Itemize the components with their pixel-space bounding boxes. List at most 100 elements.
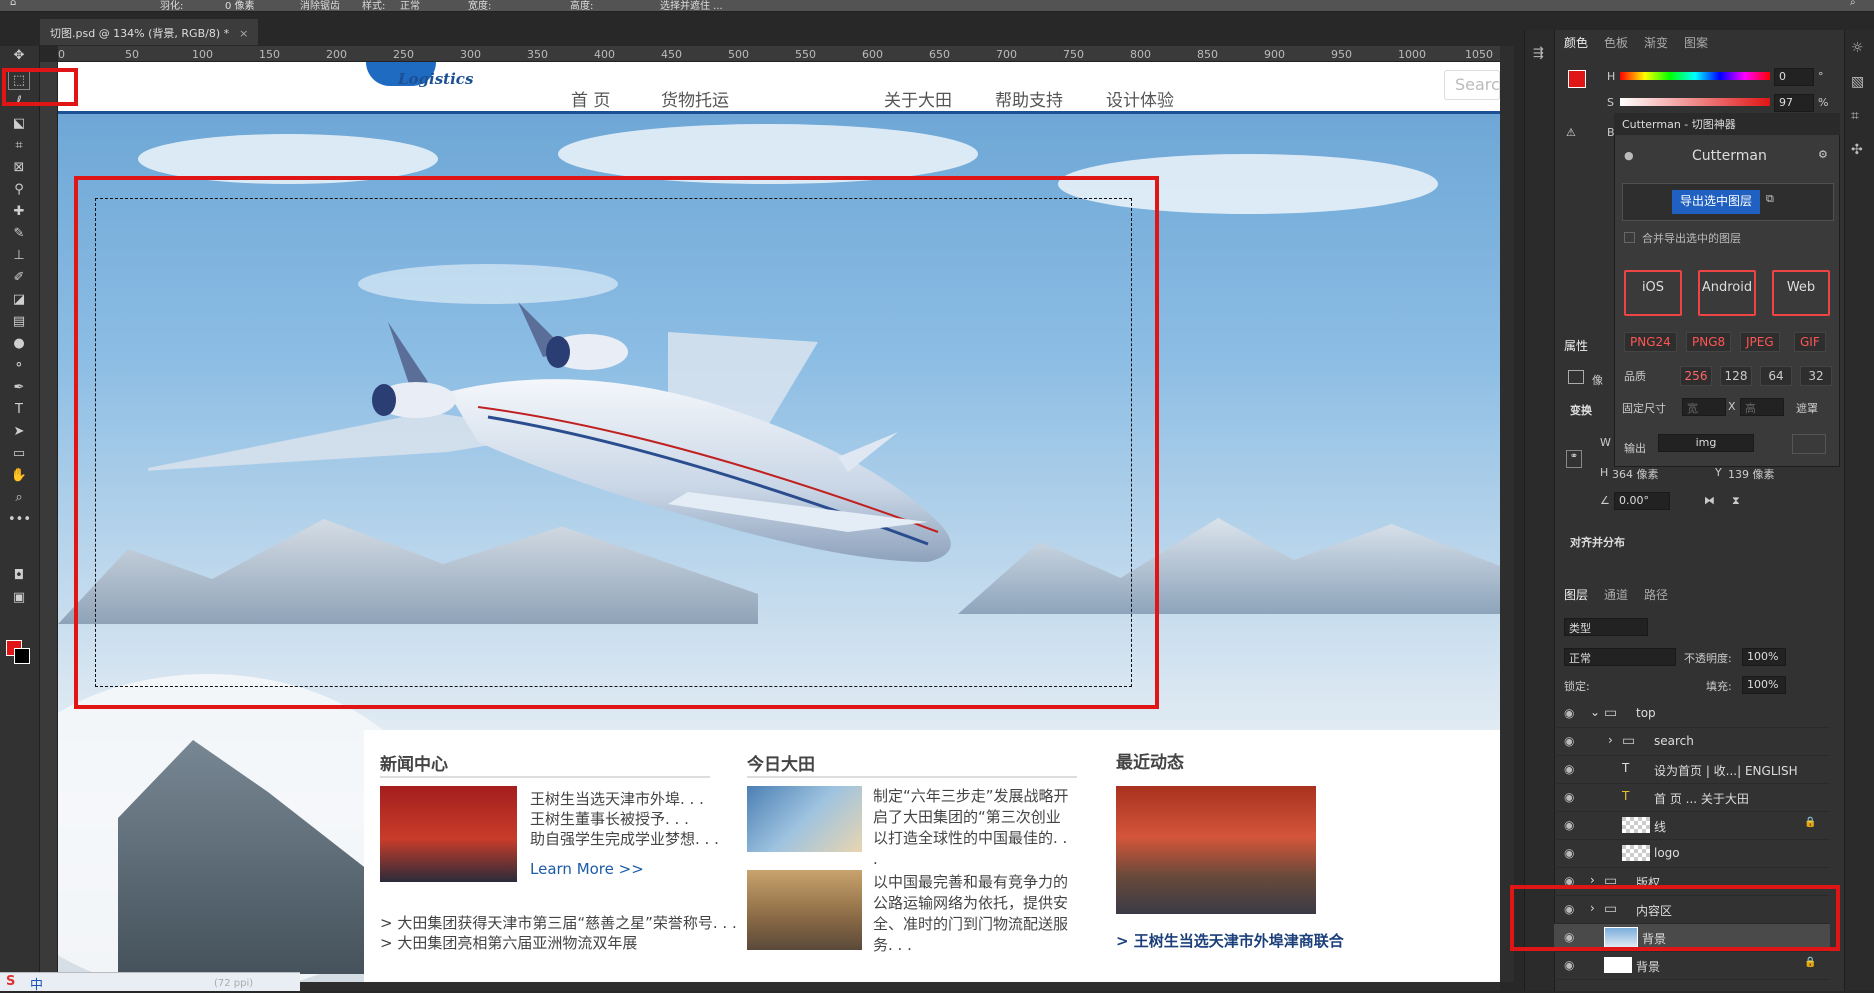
- news-item[interactable]: 王树生当选天津市外埠. . .: [530, 788, 704, 809]
- news-thumbnail[interactable]: [380, 786, 517, 882]
- nav-about[interactable]: 关于大田: [884, 86, 952, 111]
- plugin-icon[interactable]: ✣: [1851, 142, 1863, 158]
- libraries-icon[interactable]: ▧: [1851, 74, 1864, 90]
- eraser-tool-icon[interactable]: ◪: [8, 290, 30, 310]
- layer-row[interactable]: ◉ T 设为首页 | 收...| ENGLISH: [1554, 756, 1830, 784]
- eyedropper-tool-icon[interactable]: ⚲: [8, 180, 30, 200]
- format-png8[interactable]: PNG8: [1686, 332, 1732, 352]
- tab-channels[interactable]: 通道: [1604, 586, 1628, 603]
- search-icon[interactable]: ⌕: [1850, 0, 1856, 8]
- layer-row[interactable]: ◉ 背景 🔒: [1554, 952, 1830, 980]
- gradient-tool-icon[interactable]: ▤: [8, 312, 30, 332]
- nav-shipping[interactable]: 货物托运: [661, 86, 729, 111]
- merge-export-checkbox[interactable]: [1624, 232, 1635, 243]
- link-icon[interactable]: ⚭: [1566, 450, 1582, 468]
- export-selected-layers-button[interactable]: 导出选中图层: [1672, 190, 1760, 214]
- layer-row[interactable]: ◉ ▭ ⌄ top: [1554, 700, 1830, 728]
- chevron-down-icon[interactable]: ⌄: [1590, 705, 1608, 721]
- settings-gear-icon[interactable]: ⚙: [1818, 148, 1828, 161]
- type-tool-icon[interactable]: T: [8, 400, 30, 420]
- news-item[interactable]: 王树生董事长被授予. . .: [530, 808, 689, 829]
- more-tools-icon[interactable]: •••: [8, 510, 31, 530]
- format-jpeg[interactable]: JPEG: [1740, 332, 1780, 352]
- move-tool-icon[interactable]: ✥: [8, 46, 30, 66]
- close-tab-icon[interactable]: ×: [239, 27, 248, 40]
- news-list-item[interactable]: > 大田集团获得天津市第三届“慈善之星”荣誉称号. . .: [380, 912, 737, 933]
- history-panel-icon[interactable]: ⇶: [1533, 46, 1544, 61]
- layer-row[interactable]: ◉ logo: [1554, 840, 1830, 868]
- lightbulb-icon[interactable]: ☼: [1851, 40, 1864, 56]
- learn-more-link[interactable]: Learn More >>: [530, 860, 644, 878]
- blend-mode-select[interactable]: 正常: [1564, 648, 1676, 666]
- latest-item[interactable]: > 王树生当选天津市外埠津商联合: [1116, 930, 1344, 951]
- browse-folder-icon[interactable]: [1792, 434, 1826, 454]
- layer-row[interactable]: ◉ T 首 页 ... 关于大田: [1554, 784, 1830, 812]
- ios-button[interactable]: iOS: [1624, 270, 1682, 316]
- site-search-input[interactable]: Searc: [1444, 70, 1500, 100]
- fill-input[interactable]: 100%: [1742, 676, 1786, 694]
- tab-color[interactable]: 颜色: [1564, 34, 1588, 51]
- quick-mask-icon[interactable]: ◘: [8, 566, 30, 586]
- color-fg-swatch[interactable]: [1568, 70, 1586, 88]
- visibility-eye-icon[interactable]: ◉: [1564, 846, 1574, 860]
- background-color-swatch[interactable]: [14, 648, 30, 664]
- fixed-height-input[interactable]: 高: [1740, 398, 1784, 416]
- angle-input[interactable]: 0.00°: [1614, 492, 1670, 510]
- h-dim-value[interactable]: 364 像素: [1612, 466, 1659, 482]
- stamp-tool-icon[interactable]: ⊥: [8, 246, 30, 266]
- visibility-eye-icon[interactable]: ◉: [1564, 706, 1574, 720]
- quality-32[interactable]: 32: [1800, 366, 1832, 386]
- tab-paths[interactable]: 路径: [1644, 586, 1668, 603]
- ime-logo-icon[interactable]: S: [6, 974, 15, 989]
- brush-tool-icon[interactable]: ✎: [8, 224, 30, 244]
- layer-filter-select[interactable]: 类型: [1564, 618, 1648, 636]
- visibility-eye-icon[interactable]: ◉: [1564, 734, 1574, 748]
- crop-panel-icon[interactable]: ⌗: [1851, 108, 1859, 124]
- flip-h-icon[interactable]: ⧓: [1704, 494, 1715, 507]
- open-external-icon[interactable]: ⧉: [1766, 192, 1774, 206]
- tab-gradient[interactable]: 渐变: [1644, 34, 1668, 51]
- zoom-tool-icon[interactable]: ⌕: [8, 488, 30, 508]
- news-list-item[interactable]: > 大田集团亮相第六届亚洲物流双年展: [380, 932, 637, 953]
- path-select-tool-icon[interactable]: ➤: [8, 422, 30, 442]
- output-folder-input[interactable]: img: [1658, 434, 1754, 452]
- android-button[interactable]: Android: [1698, 270, 1756, 316]
- feather-input[interactable]: 0 像素: [225, 0, 255, 11]
- vertical-scrollbar[interactable]: [1500, 46, 1514, 982]
- format-png24[interactable]: PNG24: [1624, 332, 1677, 352]
- mask-button[interactable]: 遮罩: [1796, 400, 1818, 416]
- nav-help[interactable]: 帮助支持: [995, 86, 1063, 111]
- pen-tool-icon[interactable]: ✒: [8, 378, 30, 398]
- style-select[interactable]: 正常: [400, 0, 420, 11]
- s-value-input[interactable]: 97: [1774, 94, 1814, 112]
- history-brush-tool-icon[interactable]: ✐: [8, 268, 30, 288]
- warehouse-thumbnail[interactable]: [747, 870, 862, 950]
- nav-design[interactable]: 设计体验: [1106, 86, 1174, 111]
- tab-properties[interactable]: 属性: [1564, 337, 1588, 354]
- quality-64[interactable]: 64: [1760, 366, 1792, 386]
- tab-swatches[interactable]: 色板: [1604, 34, 1628, 51]
- dodge-tool-icon[interactable]: ⚬: [8, 356, 30, 376]
- layer-row[interactable]: ◉ ▭ › search: [1554, 728, 1830, 756]
- document-tab[interactable]: 切图.psd @ 134% (背景, RGB/8) * ×: [40, 19, 259, 45]
- tab-layers[interactable]: 图层: [1564, 586, 1588, 603]
- visibility-eye-icon[interactable]: ◉: [1564, 958, 1574, 972]
- healing-brush-tool-icon[interactable]: ✚: [8, 202, 30, 222]
- document-canvas[interactable]: Logistics 首 页 货物托运 关于大田 帮助支持 设计体验 Searc …: [58, 62, 1500, 982]
- rectangle-tool-icon[interactable]: ▭: [8, 444, 30, 464]
- screen-mode-icon[interactable]: ▣: [8, 588, 30, 608]
- news-item[interactable]: 助自强学生完成学业梦想. . .: [530, 828, 719, 849]
- blur-tool-icon[interactable]: ●: [8, 334, 30, 354]
- visibility-eye-icon[interactable]: ◉: [1564, 818, 1574, 832]
- quality-256[interactable]: 256: [1680, 366, 1712, 386]
- today-thumbnail[interactable]: [747, 786, 862, 852]
- tab-patterns[interactable]: 图案: [1684, 34, 1708, 51]
- select-mask-button[interactable]: 选择并遮住 ...: [660, 0, 723, 11]
- chevron-right-icon[interactable]: ›: [1608, 733, 1626, 749]
- antialias-checkbox[interactable]: 消除锯齿: [300, 0, 340, 11]
- h-value-input[interactable]: 0: [1774, 68, 1814, 86]
- opacity-input[interactable]: 100%: [1742, 648, 1786, 666]
- ime-mode[interactable]: 中: [30, 974, 43, 993]
- hand-tool-icon[interactable]: ✋: [8, 466, 30, 486]
- y-value[interactable]: 139 像素: [1728, 466, 1775, 482]
